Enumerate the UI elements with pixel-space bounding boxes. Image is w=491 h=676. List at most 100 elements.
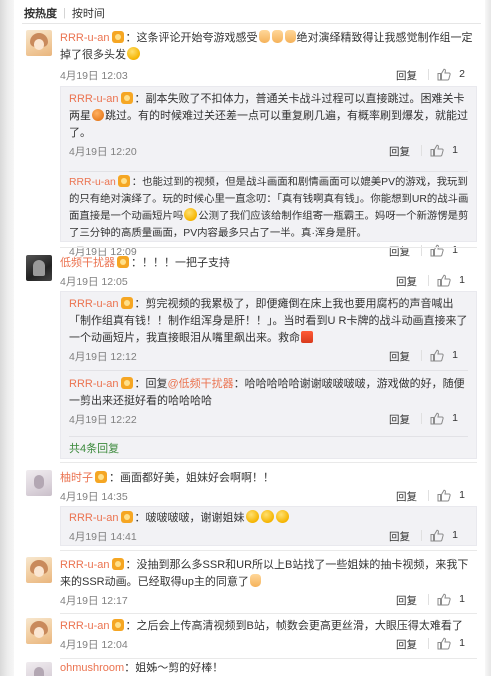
emoji-icon (275, 510, 289, 523)
thumbs-up-emoji-icon (284, 30, 296, 43)
like-icon[interactable] (437, 489, 451, 502)
thumbs-up-emoji-icon (258, 30, 270, 43)
avatar[interactable] (26, 662, 52, 676)
comment-text: RRR-u-an ：之后会上传高清视频到B站，帧数会更高更丝滑，大眼压得太难看了 (60, 619, 463, 632)
like-count: 1 (459, 489, 465, 501)
reply-button[interactable]: 回复 (389, 529, 410, 544)
username-link[interactable]: RRR-u-an (69, 177, 116, 188)
comment-item: 柚时子 ：画面都好美，姐妹好会啊啊！！ 4月19日 14:35 回复 1 RRR-… (26, 470, 477, 550)
sort-by-hot-tab[interactable]: 按热度 (24, 5, 57, 21)
username-link[interactable]: RRR-u-an (69, 93, 119, 105)
username-link[interactable]: RRR-u-an (69, 378, 119, 390)
avatar[interactable] (26, 30, 52, 56)
reply-meta: 4月19日 12:20 回复 1 (69, 142, 470, 159)
reply-button[interactable]: 回复 (396, 274, 417, 289)
timestamp: 4月19日 14:41 (69, 531, 137, 543)
reply-item: RRR-u-an ：回复@低频干扰器：哈哈哈哈哈谢谢啵啵啵啵，游戏做的好，随便一剪… (69, 376, 470, 427)
username-link[interactable]: RRR-u-an (60, 559, 110, 571)
comment-text: RRR-u-an ：没抽到那么多SSR和UR所以上B站找了一些姐妹的抽卡视频，来我… (60, 558, 469, 588)
like-count: 1 (452, 144, 458, 156)
reply-button[interactable]: 回复 (389, 144, 410, 159)
reply-button[interactable]: 回复 (389, 349, 410, 364)
like-count: 1 (459, 274, 465, 286)
timestamp: 4月19日 12:05 (60, 276, 128, 288)
username-link[interactable]: ohmushroom (60, 662, 124, 674)
comment-text: ohmushroom：姐姊～剪的好棒！ (60, 662, 224, 674)
comment-meta: 4月19日 12:05 回复 1 (60, 272, 477, 289)
meta-separator (428, 490, 429, 501)
vip-badge-icon (95, 471, 107, 483)
reply-text: RRR-u-an ：回复@低频干扰器：哈哈哈哈哈谢谢啵啵啵啵，游戏做的好，随便一剪… (69, 377, 465, 407)
vip-badge-icon (111, 31, 124, 43)
vip-badge-icon (120, 92, 133, 104)
avatar[interactable] (26, 470, 52, 496)
reply-button[interactable]: 回复 (396, 489, 417, 504)
reply-text: RRR-u-an ：剪完视频的我累极了，即便瘫倒在床上我也要用腐朽的声音喊出「制作… (69, 297, 468, 344)
avatar[interactable] (26, 255, 52, 281)
like-count: 1 (452, 529, 458, 541)
comment-item: RRR-u-an ：没抽到那么多SSR和UR所以上B站找了一些姐妹的抽卡视频，来我… (26, 557, 477, 612)
comment-item: 低频干扰器 ：！！！一把子支持 4月19日 12:05 回复 1 RRR-u-an… (26, 255, 477, 460)
reply-meta: 4月19日 14:41 回复 1 (69, 527, 470, 544)
comment-divider (60, 658, 477, 659)
smile-emoji-icon (127, 47, 140, 60)
timestamp: 4月19日 12:04 (60, 639, 128, 651)
like-count: 2 (459, 68, 465, 80)
thumbs-up-emoji-icon (271, 30, 283, 43)
like-icon[interactable] (430, 529, 444, 542)
timestamp: 4月19日 12:22 (69, 414, 137, 426)
sort-separator: | (63, 7, 66, 19)
comment-meta: 4月19日 12:04 回复 1 (60, 635, 477, 652)
avatar[interactable] (26, 557, 52, 583)
comment-meta: 4月19日 12:03 回复 2 (60, 66, 477, 83)
like-icon[interactable] (437, 593, 451, 606)
like-count: 1 (452, 412, 458, 424)
more-replies-link[interactable]: 共4条回复 (69, 440, 119, 456)
comment-meta: 4月19日 12:17 回复 1 (60, 591, 477, 608)
comment-text: RRR-u-an ：这条评论开始夸游戏感受 绝对演绎精致得让我感觉制作组一定掉了很多… (60, 30, 473, 61)
vip-badge-icon (120, 377, 133, 389)
left-edge (0, 0, 14, 676)
comment-item: RRR-u-an ：之后会上传高清视频到B站，帧数会更高更丝滑，大眼压得太难看了 … (26, 618, 477, 658)
timestamp: 4月19日 12:12 (69, 351, 137, 363)
emoji-icon (184, 208, 198, 221)
sort-bar: 按热度 | 按时间 (24, 4, 481, 22)
avatar[interactable] (26, 618, 52, 644)
meta-separator (428, 638, 429, 649)
meta-separator (421, 145, 422, 156)
emoji-icon (92, 109, 104, 121)
comment-meta: 4月19日 14:35 回复 1 (60, 487, 477, 504)
reply-text: RRR-u-an ：副本失败了不扣体力，普通关卡战斗过程可以直接跳过。困难关卡两星… (69, 92, 468, 139)
username-link[interactable]: RRR-u-an (60, 620, 110, 632)
username-link[interactable]: RRR-u-an (69, 298, 119, 310)
like-icon[interactable] (437, 274, 451, 287)
like-icon[interactable] (430, 412, 444, 425)
like-count: 1 (459, 593, 465, 605)
username-link[interactable]: RRR-u-an (60, 32, 110, 44)
like-icon[interactable] (437, 68, 451, 81)
reply-button[interactable]: 回复 (396, 68, 417, 83)
meta-separator (428, 275, 429, 286)
comment-item: ohmushroom：姐姊～剪的好棒！ (26, 662, 477, 676)
reply-button[interactable]: 回复 (396, 593, 417, 608)
like-icon[interactable] (430, 349, 444, 362)
vip-badge-icon (117, 175, 130, 187)
timestamp: 4月19日 14:35 (60, 491, 128, 503)
meta-separator (428, 69, 429, 80)
meta-separator (421, 413, 422, 424)
username-link[interactable]: 柚时子 (60, 472, 93, 484)
reply-button[interactable]: 回复 (389, 412, 410, 427)
reply-box: RRR-u-an ：副本失败了不扣体力，普通关卡战斗过程可以直接跳过。困难关卡两星… (60, 86, 477, 258)
like-icon[interactable] (430, 144, 444, 157)
sort-by-time-tab[interactable]: 按时间 (72, 5, 105, 21)
mention-link[interactable]: @低频干扰器 (168, 378, 234, 390)
reply-button[interactable]: 回复 (396, 637, 417, 652)
comment-divider (60, 462, 477, 463)
thumbs-up-emoji-icon (249, 574, 261, 587)
comment-divider (60, 247, 477, 248)
sort-divider (22, 23, 481, 24)
username-link[interactable]: RRR-u-an (69, 512, 119, 524)
like-icon[interactable] (437, 637, 451, 650)
emoji-icon (260, 510, 274, 523)
username-link[interactable]: 低频干扰器 (60, 257, 115, 269)
